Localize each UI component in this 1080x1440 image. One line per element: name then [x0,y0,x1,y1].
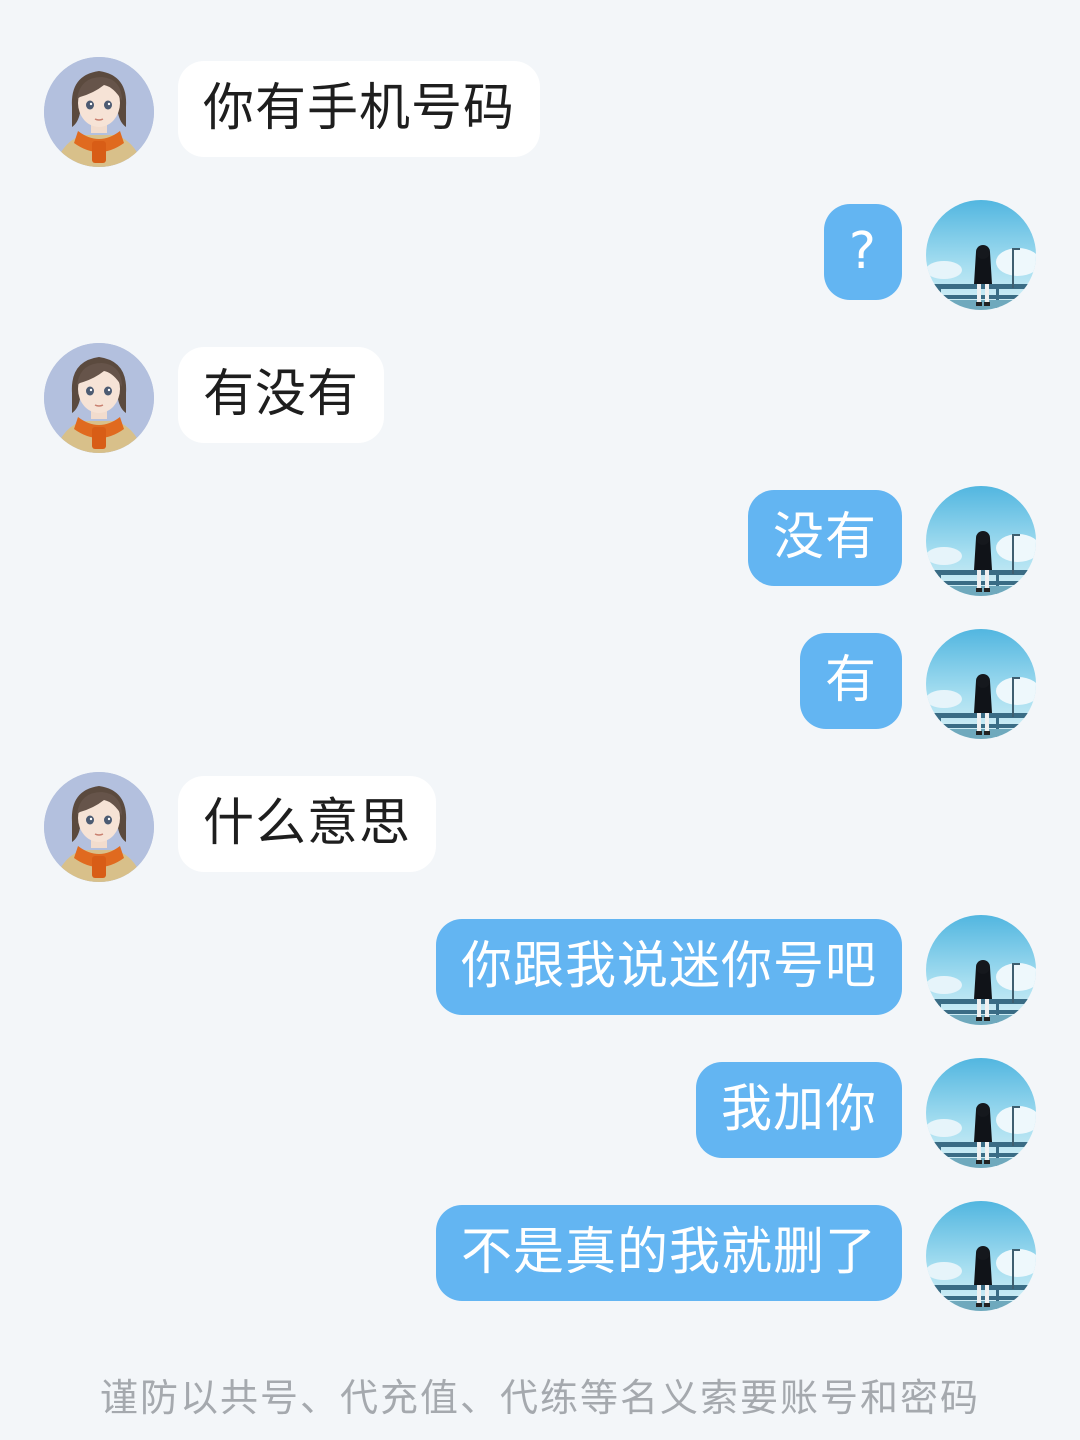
outgoing-message-bubble[interactable]: 你跟我说迷你号吧 [435,919,902,1015]
outgoing-message-bubble[interactable]: 没有 [747,490,902,586]
self-avatar-icon[interactable] [926,915,1036,1025]
self-avatar-icon[interactable] [926,200,1036,310]
self-avatar-icon[interactable] [926,1058,1036,1168]
message-row: 你有手机号码 [0,57,1080,167]
message-row: 没有 [0,486,1080,596]
security-notice: 谨防以共号、代充值、代练等名义索要账号和密码 [0,1370,1080,1426]
message-row: 我加你 [0,1058,1080,1168]
contact-avatar-icon[interactable] [44,343,154,453]
self-avatar-icon[interactable] [926,486,1036,596]
incoming-message-bubble[interactable]: 你有手机号码 [178,61,541,157]
incoming-message-bubble[interactable]: 有没有 [178,347,385,443]
outgoing-message-bubble[interactable]: 有 [799,633,902,729]
message-row: 不是真的我就删了 [0,1201,1080,1311]
contact-avatar-icon[interactable] [44,57,154,167]
outgoing-message-bubble[interactable]: 不是真的我就删了 [435,1205,902,1301]
contact-avatar-icon[interactable] [44,772,154,882]
message-row: 什么意思 [0,772,1080,882]
message-row: 有没有 [0,343,1080,453]
chat-message-list[interactable]: 你有手机号码 ? 有没有 没有 有 什么意思 你跟我说迷你号吧 我加你 不是真的… [0,0,1080,1440]
message-row: 有 [0,629,1080,739]
self-avatar-icon[interactable] [926,629,1036,739]
incoming-message-bubble[interactable]: 什么意思 [178,776,437,872]
outgoing-message-bubble[interactable]: 我加你 [695,1062,902,1158]
security-notice-line: 谨防以共号、代充值、代练等名义索要账号和密码 [99,1376,980,1420]
self-avatar-icon[interactable] [926,1201,1036,1311]
message-row: ? [0,200,1080,310]
message-row: 你跟我说迷你号吧 [0,915,1080,1025]
outgoing-message-bubble[interactable]: ? [823,204,902,300]
